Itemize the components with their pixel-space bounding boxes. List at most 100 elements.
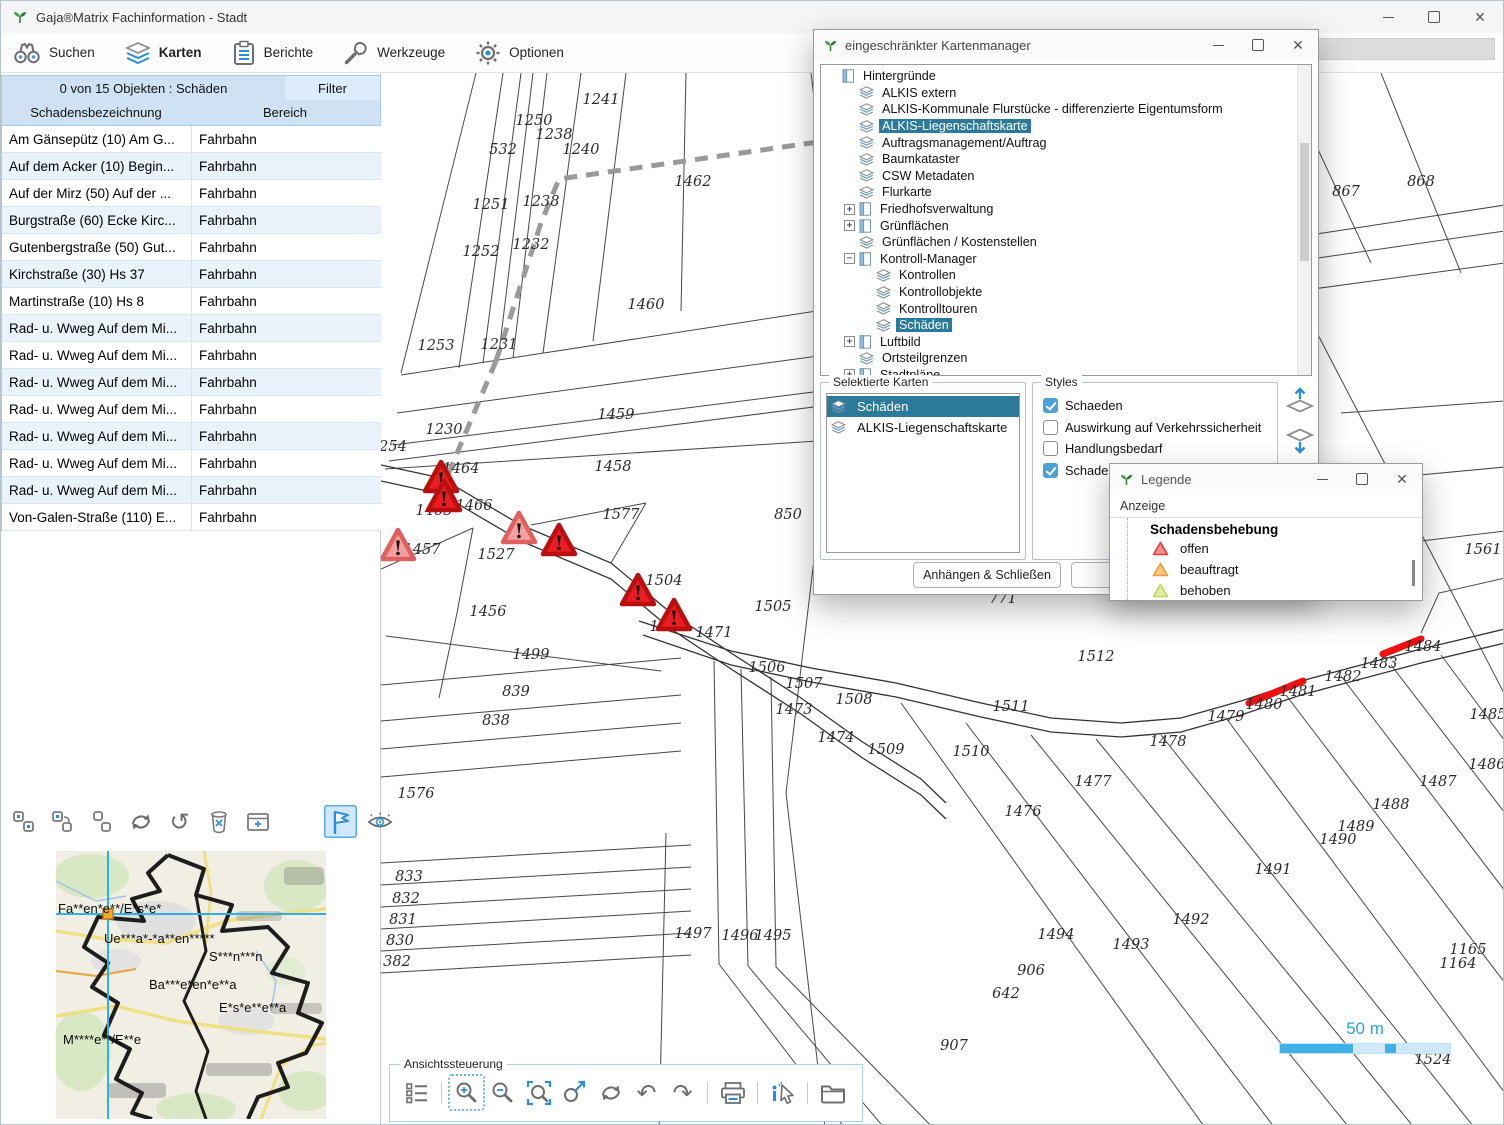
column-header-bereich[interactable]: Bereich	[190, 100, 381, 126]
unchecked-checkbox-icon[interactable]	[1043, 420, 1058, 435]
redo-view-button[interactable]: ↷	[666, 1076, 699, 1109]
table-row[interactable]: Rad- u. Wweg Auf dem Mi...Fahrbahn	[2, 315, 381, 342]
zoom-dynamic-button[interactable]	[558, 1076, 591, 1109]
checked-checkbox-icon[interactable]	[1043, 398, 1058, 413]
tree-item-sch-den[interactable]: Schäden	[821, 317, 1311, 334]
toolbar-item-werkzeuge[interactable]: Werkzeuge	[343, 40, 445, 66]
parcel-number-label: 1508	[836, 692, 873, 708]
minimize-button[interactable]	[1198, 30, 1238, 60]
zoom-window-button[interactable]	[522, 1076, 555, 1109]
column-header-schadensbezeichnung[interactable]: Schadensbezeichnung	[1, 100, 191, 126]
tree-item-alkis-kommunale-flurst-cke-differenzierte-eigentumsform[interactable]: ALKIS-Kommunale Flurstücke - differenzie…	[821, 101, 1311, 118]
maximize-button[interactable]	[1342, 464, 1382, 494]
table-row[interactable]: Rad- u. Wweg Auf dem Mi...Fahrbahn	[2, 477, 381, 504]
tree-item-friedhofsverwaltung[interactable]: +Friedhofsverwaltung	[821, 201, 1311, 218]
legend-scrollbar[interactable]	[1412, 560, 1415, 586]
tree-item-baumkataster[interactable]: Baumkataster	[821, 151, 1311, 168]
selected-map-alkis-liegenschaftskarte[interactable]: ALKIS-Liegenschaftskarte	[827, 417, 1019, 438]
refresh-view-button[interactable]	[594, 1076, 627, 1109]
legend-list-button[interactable]	[400, 1076, 433, 1109]
delete-selection-button[interactable]	[202, 805, 235, 838]
attach-close-button[interactable]: Anhängen & Schließen	[913, 562, 1061, 588]
unchecked-checkbox-icon[interactable]	[1043, 441, 1058, 456]
tree-item-label: Kontrollen	[896, 268, 959, 282]
flag-button[interactable]	[324, 805, 357, 838]
table-row[interactable]: Gutenbergstraße (50) Gut...Fahrbahn	[2, 234, 381, 261]
tree-item-csw-metadaten[interactable]: CSW Metadaten	[821, 168, 1311, 185]
style-option-handlungsbedarf[interactable]: Handlungsbedarf	[1037, 438, 1273, 460]
layer-lower-button[interactable]	[1285, 425, 1315, 460]
tree-item-gr-nfl-chen-kostenstellen[interactable]: Grünflächen / Kostenstellen	[821, 234, 1311, 251]
select-clear-button[interactable]	[85, 805, 118, 838]
style-option-schaeden[interactable]: Schaeden	[1037, 395, 1273, 417]
parcel-number-label: 1471	[696, 625, 733, 641]
plus-expander-icon[interactable]: +	[844, 336, 855, 347]
close-icon[interactable]: ✕	[1382, 464, 1422, 494]
toolbar-item-karten[interactable]: Karten	[125, 41, 202, 65]
table-row[interactable]: Auf dem Acker (10) Begin...Fahrbahn	[2, 153, 381, 180]
selected-map-sch-den[interactable]: Schäden	[827, 396, 1019, 417]
undo-view-button[interactable]: ↶	[630, 1076, 663, 1109]
tree-item-luftbild[interactable]: +Luftbild	[821, 334, 1311, 351]
legend-item-behoben: behoben	[1152, 580, 1422, 600]
zoom-in-button[interactable]	[450, 1076, 483, 1109]
style-option-auswirkung-auf-verkehrssicherheit[interactable]: Auswirkung auf Verkehrssicherheit	[1037, 417, 1273, 439]
tree-item-kontroll-manager[interactable]: −Kontroll-Manager	[821, 251, 1311, 268]
plus-expander-icon[interactable]: +	[844, 220, 855, 231]
filter-button[interactable]: Filter	[285, 75, 381, 101]
tree-item-gr-nfl-chen[interactable]: +Grünflächen	[821, 217, 1311, 234]
table-row[interactable]: Rad- u. Wweg Auf dem Mi...Fahrbahn	[2, 396, 381, 423]
table-row[interactable]: Martinstraße (10) Hs 8Fahrbahn	[2, 288, 381, 315]
tree-item-flurkarte[interactable]: Flurkarte	[821, 184, 1311, 201]
parcel-number-label: 1499	[513, 647, 550, 663]
open-folder-button[interactable]	[816, 1076, 849, 1109]
legend-menu-anzeige[interactable]: Anzeige	[1110, 495, 1422, 518]
select-single-button[interactable]	[7, 805, 40, 838]
minimize-button[interactable]	[1302, 464, 1342, 494]
checked-checkbox-icon[interactable]	[1043, 463, 1058, 478]
close-button[interactable]: ✕	[1457, 1, 1503, 33]
table-row[interactable]: Burgstraße (60) Ecke Kirc...Fahrbahn	[2, 207, 381, 234]
toolbar-item-optionen[interactable]: Optionen	[475, 40, 564, 66]
tree-item-alkis-liegenschaftskarte[interactable]: ALKIS-Liegenschaftskarte	[821, 118, 1311, 135]
plus-expander-icon[interactable]: +	[844, 204, 855, 215]
maximize-button[interactable]	[1411, 1, 1457, 33]
tree-item-ortsteilgrenzen[interactable]: Ortsteilgrenzen	[821, 350, 1311, 367]
refresh-selection-button[interactable]	[124, 805, 157, 838]
toolbar-item-berichte[interactable]: Berichte	[232, 40, 314, 66]
undo-selection-button[interactable]: ↺	[163, 805, 196, 838]
overview-map[interactable]: Fa**en*e**/E*s*e*Ue***a*-*a**en*****S***…	[56, 851, 326, 1119]
table-row[interactable]: Von-Galen-Straße (110) E...Fahrbahn	[2, 504, 381, 531]
table-row[interactable]: Am Gänsepütz (10) Am G...Fahrbahn	[2, 126, 381, 153]
close-icon[interactable]: ✕	[1278, 30, 1318, 60]
toolbar-item-suchen[interactable]: Suchen	[13, 41, 95, 65]
minimize-button[interactable]	[1365, 1, 1411, 33]
table-row[interactable]: Rad- u. Wweg Auf dem Mi...Fahrbahn	[2, 450, 381, 477]
tree-item-kontrollen[interactable]: Kontrollen	[821, 267, 1311, 284]
parcel-number-label: 1561	[1465, 542, 1502, 558]
new-window-button[interactable]	[241, 805, 274, 838]
tree-item-auftragsmanagement-auftrag[interactable]: Auftragsmanagement/Auftrag	[821, 134, 1311, 151]
table-row[interactable]: Kirchstraße (30) Hs 37Fahrbahn	[2, 261, 381, 288]
table-row[interactable]: Rad- u. Wweg Auf dem Mi...Fahrbahn	[2, 342, 381, 369]
tree-item-hintergr-nde[interactable]: Hintergründe	[821, 68, 1311, 85]
identify-button[interactable]	[766, 1076, 799, 1109]
eye-button[interactable]	[363, 805, 396, 838]
view-controls-label: Ansichtssteuerung	[400, 1057, 507, 1071]
table-row[interactable]: Rad- u. Wweg Auf dem Mi...Fahrbahn	[2, 423, 381, 450]
table-row[interactable]: Auf der Mirz (50) Auf der ...Fahrbahn	[2, 180, 381, 207]
print-button[interactable]	[716, 1076, 749, 1109]
minus-expander-icon[interactable]: −	[844, 253, 855, 264]
tree-item-alkis-extern[interactable]: ALKIS extern	[821, 85, 1311, 102]
tree-item-kontrollobjekte[interactable]: Kontrollobjekte	[821, 284, 1311, 301]
tree-scrollbar[interactable]	[1297, 65, 1311, 375]
parcel-number-label: 382	[383, 954, 411, 970]
layer-raise-button[interactable]	[1285, 386, 1315, 421]
zoom-out-button[interactable]	[486, 1076, 519, 1109]
table-row[interactable]: Rad- u. Wweg Auf dem Mi...Fahrbahn	[2, 369, 381, 396]
select-add-button[interactable]	[46, 805, 79, 838]
layers-icon	[859, 186, 874, 199]
layers-icon	[859, 153, 874, 166]
tree-item-kontrolltouren[interactable]: Kontrolltouren	[821, 300, 1311, 317]
maximize-button[interactable]	[1238, 30, 1278, 60]
